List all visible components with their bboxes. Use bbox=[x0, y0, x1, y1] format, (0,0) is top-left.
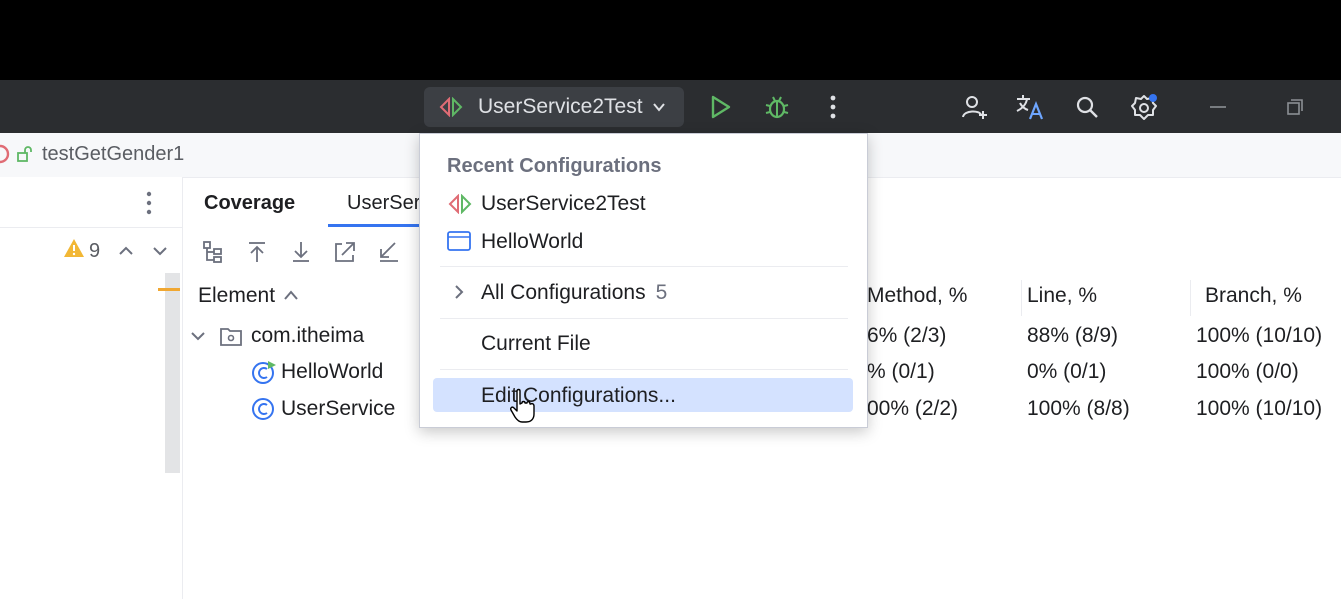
coverage-toolbar bbox=[198, 238, 404, 266]
table-cell-branch: 100% (10/10) bbox=[1196, 397, 1323, 420]
add-user-icon[interactable] bbox=[958, 91, 990, 123]
warning-count: 9 bbox=[89, 239, 101, 262]
table-cell-element[interactable]: HelloWorld bbox=[281, 360, 383, 384]
application-config-icon bbox=[447, 230, 471, 257]
table-cell-branch: 100% (10/10) bbox=[1196, 324, 1323, 347]
expand-chevron-icon[interactable] bbox=[189, 327, 207, 350]
flatten-packages-icon[interactable] bbox=[198, 238, 228, 266]
table-cell-method: 6% (2/3) bbox=[867, 324, 947, 347]
table-cell-line: 0% (0/1) bbox=[1027, 360, 1107, 383]
scrollbar[interactable] bbox=[165, 273, 180, 473]
tab-userservice[interactable]: UserSer bbox=[347, 192, 420, 215]
hand-cursor-icon bbox=[509, 388, 535, 429]
column-divider bbox=[1190, 280, 1191, 316]
minimize-icon[interactable] bbox=[1202, 91, 1234, 123]
run-icon[interactable] bbox=[704, 91, 736, 123]
all-configurations-count: 5 bbox=[655, 281, 668, 304]
recent-config-item[interactable]: HelloWorld bbox=[481, 230, 583, 254]
more-icon[interactable] bbox=[145, 190, 153, 221]
table-cell-element[interactable]: UserService bbox=[281, 397, 395, 421]
run-config-icon bbox=[447, 193, 473, 219]
restore-icon[interactable] bbox=[1279, 91, 1311, 123]
package-icon bbox=[219, 325, 243, 352]
current-file-item[interactable]: Current File bbox=[481, 332, 591, 356]
table-cell-line: 88% (8/9) bbox=[1027, 324, 1119, 347]
run-config-icon bbox=[438, 97, 468, 117]
column-header-method[interactable]: Method, % bbox=[867, 284, 967, 308]
scroll-marker bbox=[158, 288, 180, 291]
more-icon[interactable] bbox=[817, 91, 849, 123]
class-icon bbox=[251, 397, 277, 428]
unlock-icon bbox=[16, 145, 34, 163]
popup-header: Recent Configurations bbox=[447, 155, 662, 177]
debug-icon[interactable] bbox=[761, 91, 793, 123]
translate-icon[interactable] bbox=[1014, 91, 1046, 123]
table-cell-element[interactable]: com.itheima bbox=[251, 324, 364, 348]
popup-separator bbox=[440, 266, 848, 267]
chevron-right-icon bbox=[451, 283, 467, 306]
class-runnable-icon bbox=[251, 360, 277, 391]
run-config-name: UserService2Test bbox=[478, 95, 643, 118]
chevron-down-icon[interactable] bbox=[151, 242, 169, 265]
all-configurations-item[interactable]: All Configurations 5 bbox=[481, 281, 667, 305]
import-icon[interactable] bbox=[374, 238, 404, 266]
chevron-down-icon bbox=[651, 99, 667, 115]
table-cell-line: 100% (8/8) bbox=[1027, 397, 1130, 420]
tab-coverage[interactable]: Coverage bbox=[204, 192, 295, 215]
settings-icon[interactable] bbox=[1128, 91, 1160, 123]
navigate-up-icon[interactable] bbox=[242, 238, 272, 266]
column-header-element-label: Element bbox=[198, 284, 276, 307]
all-configurations-label: All Configurations bbox=[481, 281, 646, 304]
popup-separator bbox=[440, 369, 848, 370]
warning-icon bbox=[63, 238, 85, 264]
test-status-icon bbox=[0, 144, 14, 164]
table-cell-branch: 100% (0/0) bbox=[1196, 360, 1299, 383]
search-icon[interactable] bbox=[1071, 91, 1103, 123]
sort-ascending-icon bbox=[283, 284, 299, 308]
table-cell-method: % (0/1) bbox=[867, 360, 935, 383]
table-cell-method: 00% (2/2) bbox=[867, 397, 959, 420]
navigate-down-icon[interactable] bbox=[286, 238, 316, 266]
column-header-line[interactable]: Line, % bbox=[1027, 284, 1097, 308]
run-config-selector[interactable]: UserService2Test bbox=[424, 87, 684, 127]
chevron-up-icon[interactable] bbox=[117, 242, 135, 265]
recent-config-item[interactable]: UserService2Test bbox=[481, 192, 646, 216]
column-divider bbox=[1021, 280, 1022, 316]
column-header-element[interactable]: Element bbox=[198, 284, 299, 308]
warning-indicator[interactable]: 9 bbox=[63, 238, 100, 264]
active-tab-indicator bbox=[328, 224, 420, 227]
export-icon[interactable] bbox=[330, 238, 360, 266]
popup-separator bbox=[440, 318, 848, 319]
breadcrumb-method[interactable]: testGetGender1 bbox=[42, 143, 184, 166]
left-panel-header bbox=[0, 177, 182, 228]
column-header-branch[interactable]: Branch, % bbox=[1205, 284, 1302, 308]
